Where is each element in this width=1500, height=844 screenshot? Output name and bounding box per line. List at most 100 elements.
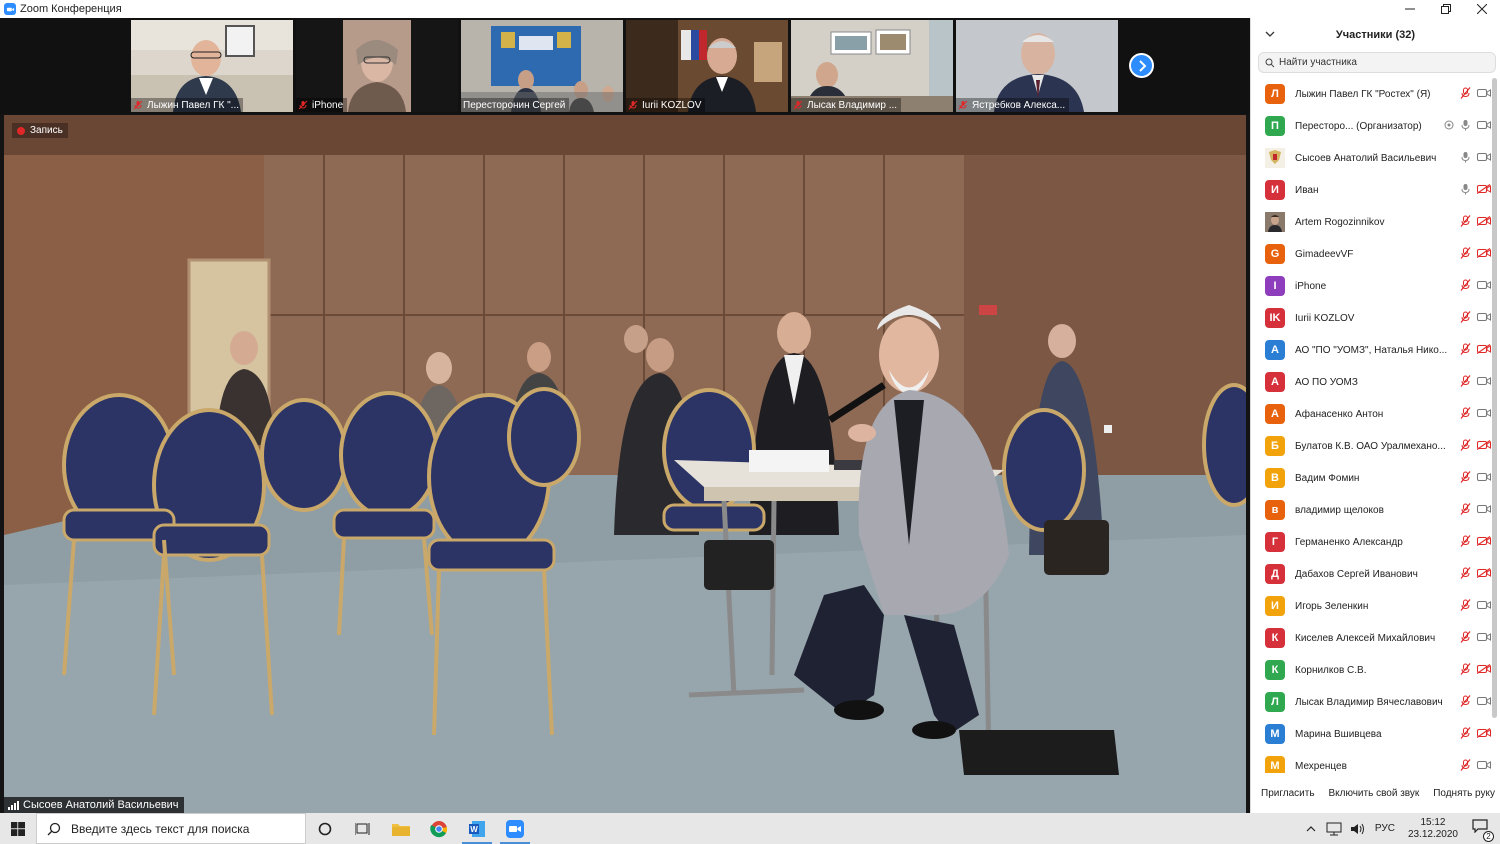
start-button[interactable] <box>0 813 36 844</box>
camera-off-icon <box>1477 184 1491 194</box>
participants-scrollbar[interactable] <box>1492 78 1497 718</box>
mic-muted-icon <box>1460 247 1471 259</box>
avatar-photo <box>1265 212 1285 232</box>
participant-name: Artem Rogozinnikov <box>1295 216 1385 228</box>
avatar-initial: I <box>1273 280 1277 292</box>
chevron-up-icon[interactable] <box>1306 824 1316 834</box>
participant-row[interactable]: Г Германенко Александр <box>1251 526 1491 558</box>
task-view-button[interactable] <box>344 813 382 844</box>
input-language[interactable]: РУС <box>1375 823 1395 834</box>
participant-row[interactable]: Л Лысак Владимир Вячеславович <box>1251 686 1491 718</box>
participant-name: Сысоев Анатолий Васильевич <box>1295 152 1437 164</box>
mic-muted-icon <box>793 100 803 110</box>
camera-icon <box>1477 601 1491 609</box>
participants-footer: Пригласить Включить свой звук Поднять ру… <box>1251 773 1500 813</box>
participant-row[interactable]: IiPhone <box>1251 270 1491 302</box>
restore-button[interactable] <box>1428 0 1464 18</box>
participant-row[interactable]: Б Булатов К.В. ОАО Уралмехано... <box>1251 430 1491 462</box>
participant-status-icons <box>1460 535 1491 547</box>
invite-button[interactable]: Пригласить <box>1261 788 1315 799</box>
camera-icon <box>1477 473 1491 481</box>
participant-avatar: в <box>1265 500 1285 520</box>
video-thumbnail[interactable]: Iurii KOZLOV <box>626 20 788 112</box>
network-icon[interactable] <box>1326 822 1342 836</box>
thumbnail-namebar: Ястребков Алекса... <box>956 98 1070 112</box>
video-thumbnail[interactable]: Лысак Владимир ... <box>791 20 953 112</box>
participant-name: GimadeevVF <box>1295 248 1354 260</box>
participant-row[interactable]: Л Лыжин Павел ГК "Ростех" (Я) <box>1251 78 1491 110</box>
participant-row[interactable]: в владимир щелоков <box>1251 494 1491 526</box>
notifications-button[interactable]: 2 <box>1472 819 1494 842</box>
participant-row[interactable]: К Киселев Алексей Михайлович <box>1251 622 1491 654</box>
participant-avatar: Л <box>1265 84 1285 104</box>
participants-header: Участники (32) <box>1251 18 1500 52</box>
participant-status-icons <box>1460 215 1491 227</box>
video-thumbnail[interactable]: Ястребков Алекса... <box>956 20 1118 112</box>
avatar-initial: К <box>1271 664 1279 676</box>
participant-row[interactable]: М Мехренцев <box>1251 750 1491 773</box>
minimize-button[interactable] <box>1392 0 1428 18</box>
video-thumbnail[interactable]: iPhone <box>296 20 458 112</box>
camera-icon <box>1477 505 1491 513</box>
file-explorer-taskbar-button[interactable] <box>382 813 420 844</box>
participant-avatar: Л <box>1265 692 1285 712</box>
mic-muted-icon <box>1460 503 1471 515</box>
participant-status-icons <box>1460 311 1491 323</box>
conference-room-scene <box>4 115 1246 813</box>
participant-row[interactable]: А АО "ПО "УОМЗ", Наталья Нико... <box>1251 334 1491 366</box>
avatar-initial: А <box>1271 408 1279 420</box>
participant-status-icons <box>1460 695 1491 707</box>
taskbar-clock[interactable]: 15:12 23.12.2020 <box>1408 817 1458 841</box>
participant-row[interactable]: П Пересторо... (Организатор) <box>1251 110 1491 142</box>
participant-row[interactable]: Д Дабахов Сергей Иванович <box>1251 558 1491 590</box>
participant-status-icons <box>1460 87 1491 99</box>
zoom-taskbar-button[interactable] <box>496 813 534 844</box>
cortana-button[interactable] <box>306 813 344 844</box>
camera-off-icon <box>1477 728 1491 738</box>
participant-row[interactable]: И Игорь Зеленкин <box>1251 590 1491 622</box>
participant-row[interactable]: М Марина Вшивцева <box>1251 718 1491 750</box>
microphone-icon <box>1461 120 1470 131</box>
participant-row[interactable]: В Вадим Фомин <box>1251 462 1491 494</box>
video-thumbnail[interactable]: Лыжин Павел ГК "... <box>131 20 293 112</box>
thumbnail-namebar: Лысак Владимир ... <box>791 98 902 112</box>
participant-name: Пересторо... (Организатор) <box>1295 120 1422 132</box>
raise-hand-button[interactable]: Поднять руку <box>1433 788 1495 799</box>
avatar-initial: Д <box>1271 568 1279 580</box>
participant-row[interactable]: И Иван <box>1251 174 1491 206</box>
participant-status-icons <box>1460 439 1491 451</box>
participant-search[interactable] <box>1258 52 1496 73</box>
video-thumbnail[interactable]: Пересторонин Сергей <box>461 20 623 112</box>
active-speaker-video[interactable]: Запись Сысоев Анатолий Васильевич <box>4 115 1246 813</box>
participant-row[interactable]: Сысоев Анатолий Васильевич <box>1251 142 1491 174</box>
taskbar-search[interactable]: Введите здесь текст для поиска <box>36 813 306 844</box>
participant-avatar: К <box>1265 660 1285 680</box>
participant-avatar: А <box>1265 340 1285 360</box>
participant-row[interactable]: А АО ПО УОМЗ <box>1251 366 1491 398</box>
participant-row[interactable]: К Корнилков С.В. <box>1251 654 1491 686</box>
chevron-down-icon[interactable] <box>1265 29 1275 39</box>
participant-status-icons <box>1460 567 1491 579</box>
connection-signal-icon <box>8 800 19 810</box>
participant-row[interactable]: G GimadeevVF <box>1251 238 1491 270</box>
participant-row[interactable]: Artem Rogozinnikov <box>1251 206 1491 238</box>
chrome-taskbar-button[interactable] <box>420 813 458 844</box>
participant-name: владимир щелоков <box>1295 504 1384 516</box>
participant-avatar: П <box>1265 116 1285 136</box>
cortana-icon <box>318 822 332 835</box>
participant-avatar: Г <box>1265 532 1285 552</box>
next-page-button[interactable] <box>1129 53 1154 78</box>
participant-row[interactable]: А Афанасенко Антон <box>1251 398 1491 430</box>
thumbnail-name: Лыжин Павел ГК "... <box>147 99 240 111</box>
participant-avatar: М <box>1265 756 1285 773</box>
meeting-area: Лыжин Павел ГК "... iPhone Пересторонин … <box>0 18 1250 813</box>
camera-icon <box>1477 633 1491 641</box>
avatar-initial: В <box>1271 472 1279 484</box>
participant-avatar <box>1265 148 1285 168</box>
word-taskbar-button[interactable]: W <box>458 813 496 844</box>
close-button[interactable] <box>1464 0 1500 18</box>
volume-icon[interactable] <box>1350 822 1366 836</box>
participant-row[interactable]: IK Iurii KOZLOV <box>1251 302 1491 334</box>
participant-search-input[interactable] <box>1279 57 1479 68</box>
unmute-self-button[interactable]: Включить свой звук <box>1328 788 1419 799</box>
